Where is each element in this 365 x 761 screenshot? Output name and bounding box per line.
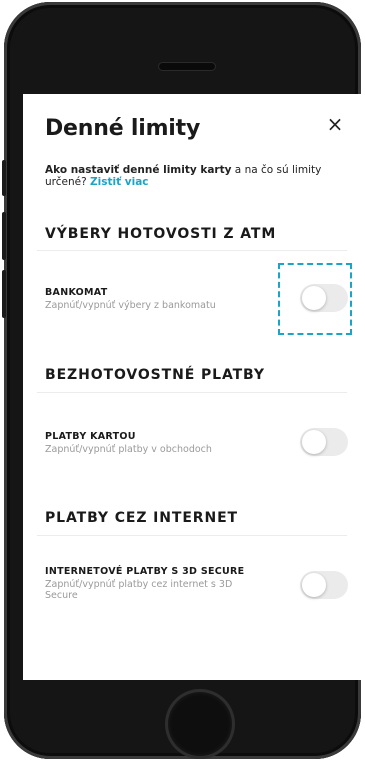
home-button[interactable] <box>168 692 232 756</box>
earpiece-speaker <box>159 63 215 70</box>
toggle-knob <box>302 286 326 310</box>
divider <box>37 392 347 393</box>
row-title-bankomat: BANKOMAT <box>45 287 108 298</box>
volume-up-button <box>2 212 6 260</box>
row-subtitle-3d-secure: Zapnúť/vypnúť platby cez internet s 3D S… <box>45 579 233 601</box>
intro-text: Ako nastaviť denné limity karty a na čo … <box>45 164 335 188</box>
learn-more-link[interactable]: Zistiť viac <box>90 176 149 188</box>
toggle-bankomat[interactable] <box>300 284 348 312</box>
limits-screen: Denné limity × Ako nastaviť denné limity… <box>23 94 361 680</box>
section-title-cashless: BEZHOTOVOSTNÉ PLATBY <box>45 367 265 383</box>
row-subtitle-card-payments: Zapnúť/vypnúť platby v obchodoch <box>45 444 212 455</box>
toggle-knob <box>302 573 326 597</box>
section-title-internet: PLATBY CEZ INTERNET <box>45 510 239 526</box>
toggle-card-payments[interactable] <box>300 428 348 456</box>
row-title-card-payments: PLATBY KARTOU <box>45 431 136 442</box>
page-title: Denné limity <box>45 116 201 141</box>
toggle-3d-secure[interactable] <box>300 571 348 599</box>
volume-down-button <box>2 270 6 318</box>
side-button <box>2 160 6 196</box>
section-title-atm: VÝBERY HOTOVOSTI Z ATM <box>45 226 277 242</box>
toggle-knob <box>302 430 326 454</box>
row-subtitle-bankomat: Zapnúť/vypnúť výbery z bankomatu <box>45 300 216 311</box>
row-title-3d-secure: INTERNETOVÉ PLATBY S 3D SECURE <box>45 566 245 577</box>
close-icon[interactable]: × <box>323 112 347 136</box>
divider <box>37 250 347 251</box>
divider <box>37 535 347 536</box>
intro-bold: Ako nastaviť denné limity karty <box>45 164 232 176</box>
